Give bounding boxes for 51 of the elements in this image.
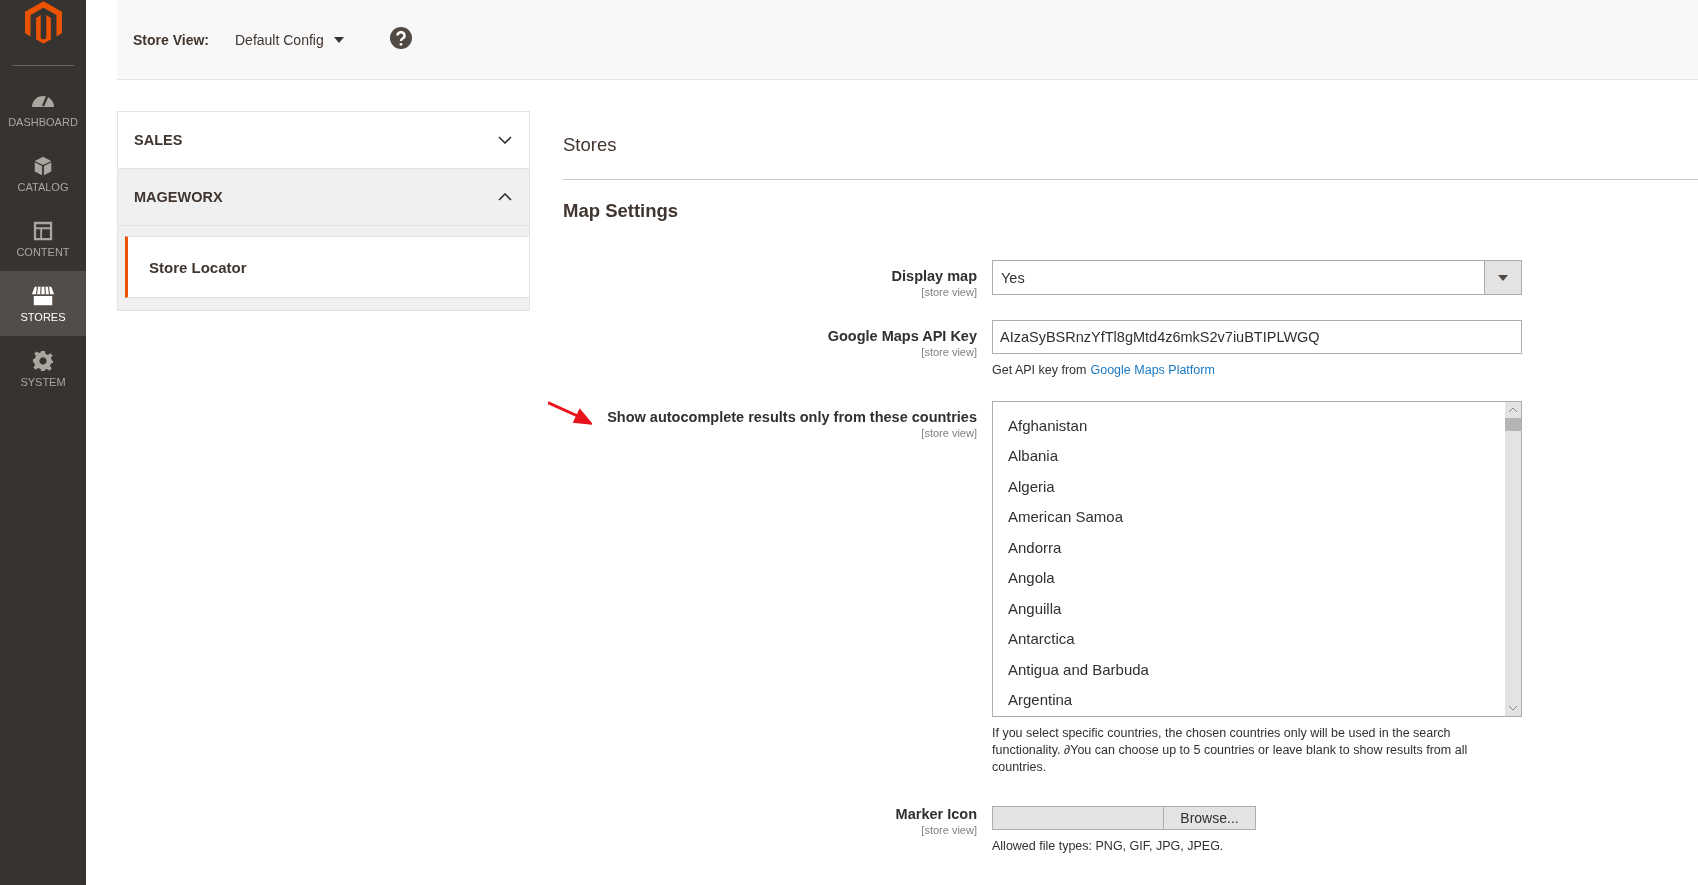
country-option[interactable]: Antigua and Barbuda	[1008, 654, 1490, 685]
field-label: Display map	[891, 268, 977, 284]
input-field[interactable]: AIzaSyBSRnzYfTl8gMtd4z6mkS2v7iuBTIPLWGQ	[992, 320, 1522, 354]
scroll-down-icon[interactable]	[1508, 705, 1518, 711]
chevron-icon	[498, 193, 512, 201]
country-option[interactable]: Afghanistan	[1008, 410, 1490, 441]
country-option[interactable]: Argentina	[1008, 684, 1490, 715]
file-field[interactable]	[992, 806, 1163, 830]
field-note: Allowed file types: PNG, GIF, JPG, JPEG.	[992, 839, 1224, 853]
country-option[interactable]: Angola	[1008, 562, 1490, 593]
country-option[interactable]: American Samoa	[1008, 501, 1490, 532]
nav-item[interactable]: STORES	[0, 271, 86, 336]
scrollbar[interactable]	[1505, 402, 1521, 716]
caret-icon	[333, 36, 344, 43]
country-option[interactable]: Anguilla	[1008, 593, 1490, 624]
help-icon[interactable]	[389, 26, 412, 49]
field-label: Google Maps API Key	[827, 328, 977, 344]
config-section-header[interactable]: SALES	[118, 112, 529, 169]
gauge-icon	[31, 95, 55, 107]
nav-item[interactable]: CATALOG	[0, 141, 86, 206]
gear-icon	[31, 349, 55, 372]
store-view-dropdown[interactable]: Default Config	[235, 31, 344, 48]
logo-icon[interactable]	[24, 1, 62, 44]
country-option[interactable]: Albania	[1008, 440, 1490, 471]
store-view-label: Store View:	[133, 31, 209, 48]
caret-icon	[1498, 274, 1508, 281]
platform-link[interactable]: Google Maps Platform	[1090, 363, 1215, 377]
scope-note: [store view]	[921, 427, 977, 439]
field-label: Marker Icon	[895, 806, 977, 822]
country-option[interactable]: Andorra	[1008, 532, 1490, 563]
chevron-icon	[498, 136, 512, 144]
scrollbar-thumb[interactable]	[1505, 418, 1521, 431]
nav-item[interactable]: SYSTEM	[0, 336, 86, 401]
country-option[interactable]: Algeria	[1008, 471, 1490, 502]
select-field[interactable]: Yes	[992, 260, 1522, 295]
field-note: Get API key from	[992, 363, 1087, 377]
country-option[interactable]: Antarctica	[1008, 623, 1490, 654]
field-note: If you select specific countries, the chosen countries only will be used in the search functionality. ∂You can choose up to 5 countries or leave blank to show results from all countries.	[992, 726, 1468, 774]
config-section-item[interactable]: Store Locator	[125, 236, 529, 298]
scope-note: [store view]	[921, 346, 977, 358]
browse-button[interactable]: Browse...	[1163, 806, 1256, 830]
field-label: Show autocomplete results only from these countries	[607, 409, 977, 425]
scope-note: [store view]	[921, 824, 977, 836]
nav-item[interactable]: CONTENT	[0, 206, 86, 271]
nav-item[interactable]: DASHBOARD	[0, 76, 86, 141]
storefront-icon	[31, 284, 55, 307]
group-title: Map Settings	[563, 200, 680, 222]
scroll-up-icon[interactable]	[1508, 407, 1518, 413]
layout-icon	[31, 219, 55, 242]
section-title: Stores	[563, 133, 618, 157]
scope-note: [store view]	[921, 286, 977, 298]
